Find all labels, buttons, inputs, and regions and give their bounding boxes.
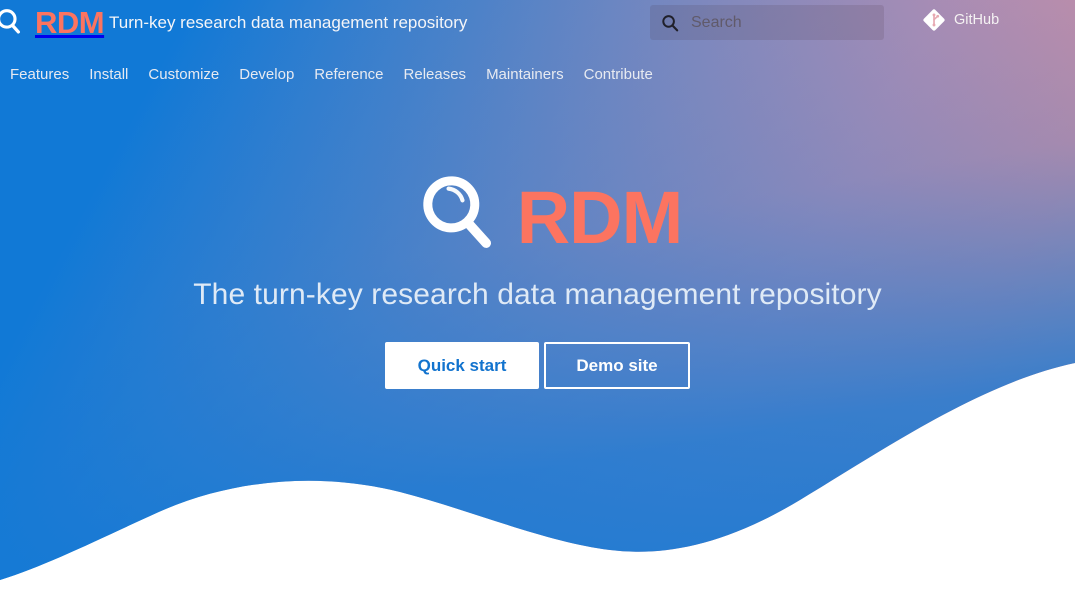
github-link[interactable]: GitHub [923, 9, 999, 31]
nav-item-releases[interactable]: Releases [404, 66, 467, 83]
top-bar: RDM Turn-key research data management re… [0, 0, 1075, 46]
nav-item-develop[interactable]: Develop [239, 66, 294, 83]
git-alt-icon [923, 9, 945, 31]
search-icon [661, 14, 679, 32]
github-label: GitHub [954, 12, 999, 28]
hero-tagline: The turn-key research data management re… [0, 278, 1075, 312]
magnifier-icon [0, 5, 32, 39]
hero-logo-text: RDM [517, 186, 683, 250]
hero-logo: RDM [0, 170, 1075, 266]
magnifier-icon [393, 170, 503, 266]
nav-item-contribute[interactable]: Contribute [584, 66, 653, 83]
brand-logo-text: RDM [35, 7, 104, 38]
nav-item-features[interactable]: Features [10, 66, 69, 83]
hero-cta-row: Quick start Demo site [0, 342, 1075, 389]
nav-item-install[interactable]: Install [89, 66, 128, 83]
site-title: Turn-key research data management reposi… [109, 0, 467, 46]
brand-logo[interactable]: RDM [0, 3, 104, 41]
search-input[interactable] [691, 8, 871, 38]
page-root: RDM Turn-key research data management re… [0, 0, 1075, 596]
demo-site-button[interactable]: Demo site [544, 342, 690, 389]
nav-item-reference[interactable]: Reference [314, 66, 383, 83]
search-box[interactable] [650, 5, 884, 40]
nav-item-maintainers[interactable]: Maintainers [486, 66, 564, 83]
nav-item-customize[interactable]: Customize [148, 66, 219, 83]
main-nav: Features Install Customize Develop Refer… [0, 58, 1075, 90]
quick-start-button[interactable]: Quick start [385, 342, 539, 389]
